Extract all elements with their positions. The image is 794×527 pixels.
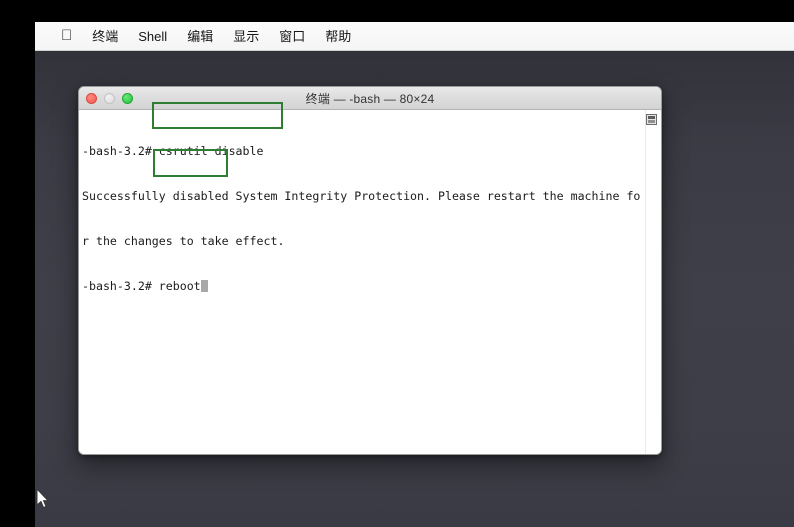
menu-bar:  终端 Shell 编辑 显示 窗口 帮助 [35,22,794,51]
shell-prompt: -bash-3.2# [82,144,159,158]
menu-item-view[interactable]: 显示 [223,27,269,46]
terminal-window[interactable]: 终端 — -bash — 80×24 -bash-3.2# csrutil di… [78,86,662,455]
window-controls [86,87,133,110]
terminal-line: -bash-3.2# reboot [82,279,661,294]
terminal-command: reboot [158,279,201,293]
shell-prompt: -bash-3.2# [82,279,159,293]
terminal-output: -bash-3.2# csrutil disable Successfully … [79,114,661,324]
terminal-line: r the changes to take effect. [82,234,661,249]
zoom-button[interactable] [122,93,133,104]
apple-logo-icon:  [61,28,72,43]
menu-item-terminal[interactable]: 终端 [82,27,128,46]
apple-menu-button[interactable]:  [57,28,82,44]
terminal-line: Successfully disabled System Integrity P… [82,189,661,204]
terminal-output-text: r the changes to take effect. [82,234,285,248]
screen-canvas:  终端 Shell 编辑 显示 窗口 帮助 终端 — -bash — 80×2… [0,0,794,527]
terminal-cursor [200,280,208,292]
close-button[interactable] [86,93,97,104]
menu-item-help[interactable]: 帮助 [315,27,361,46]
minimize-button[interactable] [104,93,115,104]
window-title-bar[interactable]: 终端 — -bash — 80×24 [79,87,661,110]
terminal-content-area[interactable]: -bash-3.2# csrutil disable Successfully … [79,110,661,454]
menu-item-shell[interactable]: Shell [128,27,177,46]
terminal-command: csrutil disable [158,144,264,158]
mouse-pointer-icon [36,488,49,509]
menu-item-window[interactable]: 窗口 [269,27,315,46]
menu-item-edit[interactable]: 编辑 [177,27,223,46]
terminal-line: -bash-3.2# csrutil disable [82,144,661,159]
terminal-output-text: Successfully disabled System Integrity P… [82,189,641,203]
window-title: 终端 — -bash — 80×24 [305,91,435,106]
